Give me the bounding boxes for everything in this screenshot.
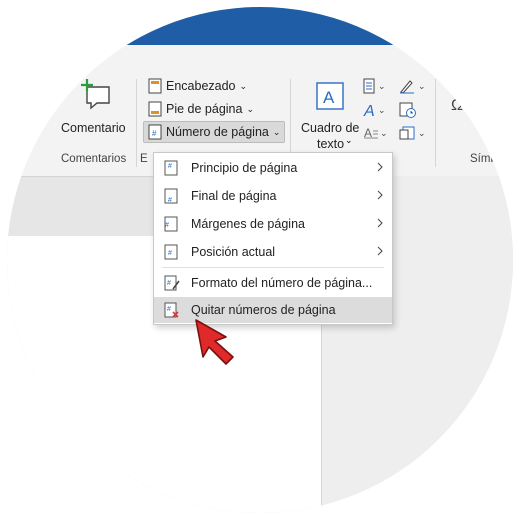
comment-button[interactable]: Comentario [59,77,135,141]
svg-text:#: # [168,163,172,170]
comment-label: Comentario [61,121,126,135]
page-bottom-number-icon: # [164,188,178,204]
drop-cap-icon[interactable]: A ⌄ [362,125,388,141]
group-separator [136,79,137,167]
page-number-icon: # [148,124,162,140]
svg-text:#: # [165,222,169,229]
signature-line-icon[interactable]: ⌄ [398,78,428,94]
chevron-right-icon [377,246,383,256]
quick-parts-icon[interactable]: ⌄ [362,78,388,94]
chevron-down-icon: ⌄ [246,103,254,114]
svg-text:⌄: ⌄ [378,105,386,115]
menu-item-top-of-page[interactable]: # Principio de página [154,155,392,181]
footer-icon [148,101,162,117]
svg-text:A: A [363,103,375,119]
textbox-button[interactable]: A Cuadro de texto ⌄ [297,77,367,151]
svg-text:#: # [168,197,172,204]
svg-text:⌄: ⌄ [418,81,426,91]
object-icon[interactable]: ⌄ [398,125,428,141]
textbox-icon: A [316,82,344,110]
chevron-down-icon: ⌄ [272,126,281,137]
chevron-right-icon [377,218,383,228]
svg-text:⌄: ⌄ [378,81,386,91]
date-time-icon[interactable] [398,101,418,119]
svg-text:#: # [167,280,171,287]
svg-text:⌄: ⌄ [380,128,388,138]
header-footer-group-label: E [140,153,148,165]
page-margin-number-icon: # [164,216,178,232]
svg-text:#: # [167,306,171,313]
page-current-number-icon: # [164,244,178,260]
header-icon [148,78,162,94]
new-comment-icon [81,79,110,110]
chevron-right-icon [377,162,383,172]
svg-text:⌄: ⌄ [418,128,426,138]
symbol-icon[interactable]: Ω [451,97,463,115]
svg-text:#: # [152,129,157,138]
menu-item-bottom-of-page[interactable]: # Final de página [154,183,392,209]
pointer-cursor-icon [195,319,234,365]
remove-page-number-icon: # [164,302,179,318]
svg-text:#: # [168,250,172,257]
chevron-right-icon [377,190,383,200]
page-number-menu: # Principio de página # Final de página … [153,152,393,325]
symbols-group-label: Símb [470,153,497,165]
format-page-number-icon: # [164,275,180,291]
wordart-icon[interactable]: A ⌄ [362,101,388,119]
header-button[interactable]: Encabezado ⌄ [148,78,247,94]
chevron-down-icon: ⌄ [239,80,248,91]
chevron-down-icon: ⌄ [345,135,353,145]
svg-text:A: A [323,88,335,107]
textbox-label-2: texto [317,137,345,151]
page-number-button[interactable]: # Número de página ⌄ [143,121,286,143]
menu-item-current-position[interactable]: # Posición actual [154,239,392,265]
menu-separator [162,267,384,268]
menu-item-page-margins[interactable]: # Márgenes de página [154,211,392,237]
zoom-circle: Comentario Comentarios Encabezado ⌄ Pie … [7,7,513,513]
footer-button[interactable]: Pie de página ⌄ [148,101,254,117]
group-separator [435,79,436,167]
page-top-number-icon: # [164,160,178,176]
title-bar [7,7,513,45]
comments-group-label: Comentarios [61,153,127,165]
menu-item-format-page-numbers[interactable]: # Formato del número de página... [154,270,392,296]
menu-item-remove-page-numbers[interactable]: # Quitar números de página [154,297,392,323]
textbox-label: Cuadro de [301,121,360,135]
